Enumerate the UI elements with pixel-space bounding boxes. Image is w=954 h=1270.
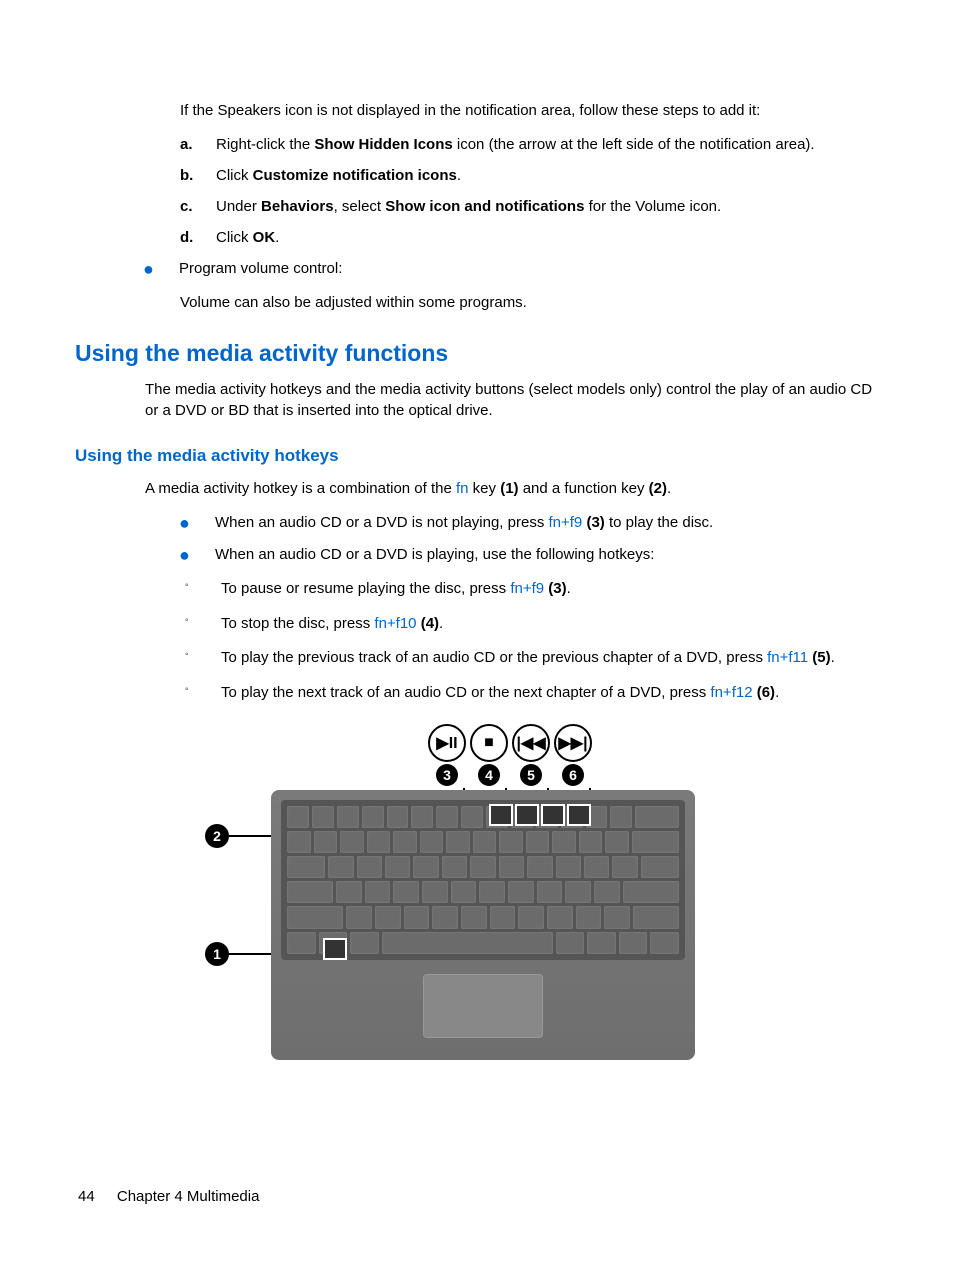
h1-body: The media activity hotkeys and the media… — [145, 379, 879, 423]
step-letter: c. — [180, 198, 216, 215]
step-text: Right-click the Show Hidden Icons icon (… — [216, 136, 879, 153]
ring-bullet-icon: ◦ — [185, 647, 221, 669]
lettered-steps-list: a. Right-click the Show Hidden Icons ico… — [180, 136, 879, 246]
heading-media-activity-hotkeys: Using the media activity hotkeys — [75, 446, 879, 466]
callout-row: 3 4 5 6 — [325, 764, 695, 786]
callout-3: 3 — [436, 764, 458, 786]
f9-key-highlight — [489, 804, 513, 826]
media-icon-row: ▶II ■ |◀◀ ▶▶| — [325, 724, 695, 762]
page-number: 44 — [78, 1188, 95, 1205]
f12-key-highlight — [567, 804, 591, 826]
step-text: Click OK. — [216, 229, 879, 246]
keyboard-deck — [281, 800, 685, 960]
program-volume-desc: Volume can also be adjusted within some … — [180, 292, 879, 314]
ring-bullet-icon: ◦ — [185, 682, 221, 704]
step-text: Under Behaviors, select Show icon and no… — [216, 198, 879, 215]
bullet-text: Program volume control: — [179, 260, 879, 278]
f11-key-highlight — [541, 804, 565, 826]
step-b: b. Click Customize notification icons. — [180, 167, 879, 184]
step-letter: b. — [180, 167, 216, 184]
callout-6: 6 — [562, 764, 584, 786]
callout-2-wrap: 2 — [205, 824, 229, 848]
bullet-dot-icon: ● — [143, 260, 179, 278]
h2-body: A media activity hotkey is a combination… — [145, 478, 879, 500]
previous-track-icon: |◀◀ — [512, 724, 550, 762]
callout-4: 4 — [478, 764, 500, 786]
program-volume-bullet: ● Program volume control: — [143, 260, 879, 278]
list-item: ◦ To stop the disc, press fn+f10 (4). — [185, 613, 879, 635]
chapter-label: Chapter 4 Multimedia — [117, 1188, 260, 1205]
list-item: ● When an audio CD or a DVD is not playi… — [179, 514, 879, 532]
callout-2: 2 — [205, 824, 229, 848]
fn-key-highlight — [323, 938, 347, 960]
list-item: ◦ To pause or resume playing the disc, p… — [185, 578, 879, 600]
step-c: c. Under Behaviors, select Show icon and… — [180, 198, 879, 215]
intro-paragraph: If the Speakers icon is not displayed in… — [180, 100, 879, 122]
next-track-icon: ▶▶| — [554, 724, 592, 762]
play-pause-icon: ▶II — [428, 724, 466, 762]
hotkey-sub-list: ◦ To pause or resume playing the disc, p… — [185, 578, 879, 704]
highlighted-function-keys — [489, 804, 591, 826]
callout-1: 1 — [205, 942, 229, 966]
step-a: a. Right-click the Show Hidden Icons ico… — [180, 136, 879, 153]
callout-5: 5 — [520, 764, 542, 786]
step-letter: a. — [180, 136, 216, 153]
list-item: ◦ To play the previous track of an audio… — [185, 647, 879, 669]
ring-bullet-icon: ◦ — [185, 613, 221, 635]
stop-icon: ■ — [470, 724, 508, 762]
callout-1-wrap: 1 — [205, 942, 229, 966]
bullet-text: When an audio CD or a DVD is not playing… — [215, 514, 879, 532]
bullet-dot-icon: ● — [179, 546, 215, 564]
page-footer: 44 Chapter 4 Multimedia — [78, 1188, 259, 1205]
list-item: ● When an audio CD or a DVD is playing, … — [179, 546, 879, 564]
touchpad — [423, 974, 543, 1038]
bullet-text: When an audio CD or a DVD is playing, us… — [215, 546, 879, 564]
keyboard-diagram: ▶II ■ |◀◀ ▶▶| 3 4 5 6 2 1 — [205, 724, 695, 1060]
heading-media-activity-functions: Using the media activity functions — [75, 340, 879, 367]
ring-bullet-icon: ◦ — [185, 578, 221, 600]
step-letter: d. — [180, 229, 216, 246]
hotkey-bullet-list: ● When an audio CD or a DVD is not playi… — [179, 514, 879, 564]
step-d: d. Click OK. — [180, 229, 879, 246]
list-item: ● Program volume control: — [143, 260, 879, 278]
step-text: Click Customize notification icons. — [216, 167, 879, 184]
list-item: ◦ To play the next track of an audio CD … — [185, 682, 879, 704]
bullet-dot-icon: ● — [179, 514, 215, 532]
f10-key-highlight — [515, 804, 539, 826]
laptop-illustration — [271, 790, 695, 1060]
